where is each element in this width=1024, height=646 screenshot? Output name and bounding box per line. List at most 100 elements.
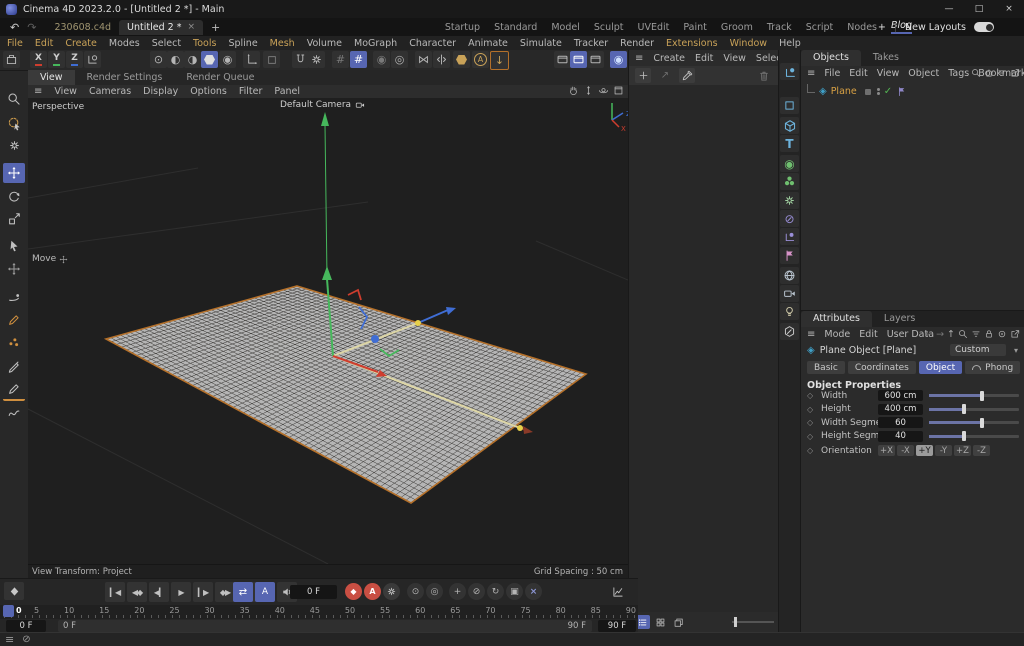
viewport-menu-item[interactable]: Options: [190, 86, 227, 97]
document-tab[interactable]: 230608.c4d: [46, 20, 119, 35]
object-name-label[interactable]: Plane: [831, 86, 857, 97]
hamburger-icon[interactable]: ≡: [34, 86, 42, 97]
drop-to-floor-icon[interactable]: ↓: [490, 51, 509, 70]
polygon-pen-tool-icon[interactable]: [3, 310, 25, 330]
camera-label[interactable]: Default Camera: [280, 100, 365, 110]
eyedropper-icon[interactable]: [679, 68, 695, 83]
quantize-icon[interactable]: #: [332, 51, 349, 68]
viewport-menu-item[interactable]: Display: [143, 86, 178, 97]
status-menu-icon[interactable]: ≡: [5, 633, 14, 646]
minimize-button[interactable]: —: [934, 0, 964, 18]
add-layout-button[interactable]: +: [878, 22, 886, 33]
move-tool-icon[interactable]: [3, 163, 25, 183]
point-weight-tool-icon[interactable]: [3, 332, 25, 352]
render-picture-viewer-icon[interactable]: [570, 51, 587, 68]
search-icon[interactable]: [971, 68, 981, 78]
menu-item[interactable]: Window: [730, 38, 767, 49]
material-menu-item[interactable]: Create: [653, 53, 685, 64]
history-back-icon[interactable]: ←: [925, 329, 933, 340]
redo-icon[interactable]: ↷: [27, 21, 36, 34]
assign-material-icon[interactable]: ↗: [657, 68, 673, 83]
undo-icon[interactable]: ↶: [10, 21, 19, 34]
point-level-animation-toggle[interactable]: ×: [525, 583, 542, 600]
layout-tab[interactable]: Standard: [494, 22, 537, 33]
preset-dropdown-arrow[interactable]: ▾: [1014, 346, 1018, 355]
object-manager-tab[interactable]: Takes: [861, 50, 911, 66]
close-button[interactable]: ×: [994, 0, 1024, 18]
phong-tag-icon[interactable]: [896, 86, 907, 97]
lock-z-axis-button[interactable]: Z: [66, 51, 83, 68]
layout-tab[interactable]: Groom: [721, 22, 753, 33]
attribute-menu-item[interactable]: Mode: [824, 329, 850, 340]
object-manager-tab[interactable]: Objects: [801, 50, 861, 66]
search-icon[interactable]: [958, 329, 968, 339]
layout-tab[interactable]: Sculpt: [594, 22, 624, 33]
close-tab-icon[interactable]: ×: [187, 22, 195, 32]
menu-item[interactable]: Animate: [468, 38, 508, 49]
make-editable-icon[interactable]: [3, 51, 20, 68]
menu-item[interactable]: File: [7, 38, 23, 49]
instance-object-icon[interactable]: [780, 228, 799, 245]
filter-icon[interactable]: [971, 329, 981, 339]
hamburger-icon[interactable]: ≡: [807, 68, 815, 79]
spline-smooth-tool-icon[interactable]: [3, 402, 25, 422]
layout-tab[interactable]: Model: [551, 22, 580, 33]
delete-material-icon[interactable]: [756, 68, 772, 83]
dolly-view-icon[interactable]: [583, 85, 594, 96]
line-cut-tool-icon[interactable]: [3, 379, 25, 401]
viewport-menu-item[interactable]: Filter: [239, 86, 263, 97]
layout-toggle-switch[interactable]: [974, 22, 994, 32]
visibility-dots[interactable]: [877, 88, 880, 95]
material-menu-item[interactable]: Edit: [695, 53, 713, 64]
symmetry-icon[interactable]: ⋈: [415, 51, 432, 68]
range-end-field[interactable]: 90 F: [598, 620, 636, 632]
object-enabled-check-icon[interactable]: ✓: [884, 86, 892, 97]
maximize-button[interactable]: □: [964, 0, 994, 18]
subdivision-surface-icon[interactable]: ◉: [780, 155, 799, 172]
attribute-tab[interactable]: Attributes: [801, 311, 872, 327]
lock-y-axis-button[interactable]: Y: [48, 51, 65, 68]
menu-item[interactable]: Tracker: [574, 38, 608, 49]
scale-tool-icon[interactable]: [3, 209, 25, 229]
fcurve-icon[interactable]: [608, 582, 628, 602]
object-axis-mode-icon[interactable]: [243, 51, 260, 68]
transport-button[interactable]: ▎◀: [105, 582, 125, 602]
document-tab-active[interactable]: Untitled 2 * ×: [119, 20, 203, 35]
parent-object-icon[interactable]: ↑: [947, 329, 955, 340]
hamburger-icon[interactable]: ≡: [635, 53, 643, 64]
orientation-button[interactable]: -Z: [973, 445, 990, 456]
layout-tab[interactable]: Startup: [445, 22, 480, 33]
cloner-object-icon[interactable]: [780, 173, 799, 190]
record-keyframe-button[interactable]: ◆: [345, 583, 362, 600]
keying-preset-ring[interactable]: ◎: [426, 583, 443, 600]
transport-button[interactable]: ◀▎: [149, 582, 169, 602]
brush-tool-icon[interactable]: [3, 288, 25, 308]
height-value-field[interactable]: 400 cm: [878, 404, 923, 415]
sphere-icon[interactable]: ◉: [610, 51, 627, 68]
asset-capsule-icon[interactable]: [453, 51, 470, 68]
dynamic-guides-icon[interactable]: ◉: [373, 51, 390, 68]
viewport-tab[interactable]: Render Queue: [174, 70, 266, 85]
layout-tab[interactable]: Paint: [683, 22, 707, 33]
render-view-icon[interactable]: [554, 51, 571, 68]
asset-a-icon[interactable]: A: [472, 51, 489, 68]
transfer-tool-icon[interactable]: [3, 236, 25, 256]
record-position-toggle[interactable]: +: [449, 583, 466, 600]
new-layouts-label[interactable]: New Layouts: [905, 22, 966, 33]
menu-item[interactable]: Mesh: [270, 38, 295, 49]
orbit-view-icon[interactable]: [598, 85, 609, 96]
menu-item[interactable]: Character: [409, 38, 456, 49]
polygons-mode-icon[interactable]: ◑: [184, 51, 201, 68]
orientation-button[interactable]: +X: [878, 445, 895, 456]
live-selection-tool-icon[interactable]: [3, 113, 25, 133]
points-mode-icon[interactable]: ⊙: [150, 51, 167, 68]
add-material-button[interactable]: [635, 68, 651, 83]
range-start-field[interactable]: 0 F: [6, 620, 46, 632]
rotate-tool-icon[interactable]: [3, 187, 25, 207]
object-manager-menu-item[interactable]: Object: [908, 68, 939, 79]
transport-button[interactable]: ◆▶: [215, 582, 235, 602]
menu-item[interactable]: Simulate: [520, 38, 562, 49]
menu-item[interactable]: Volume: [307, 38, 342, 49]
menu-item[interactable]: Tools: [193, 38, 216, 49]
workplane-mode-icon[interactable]: [263, 51, 280, 68]
